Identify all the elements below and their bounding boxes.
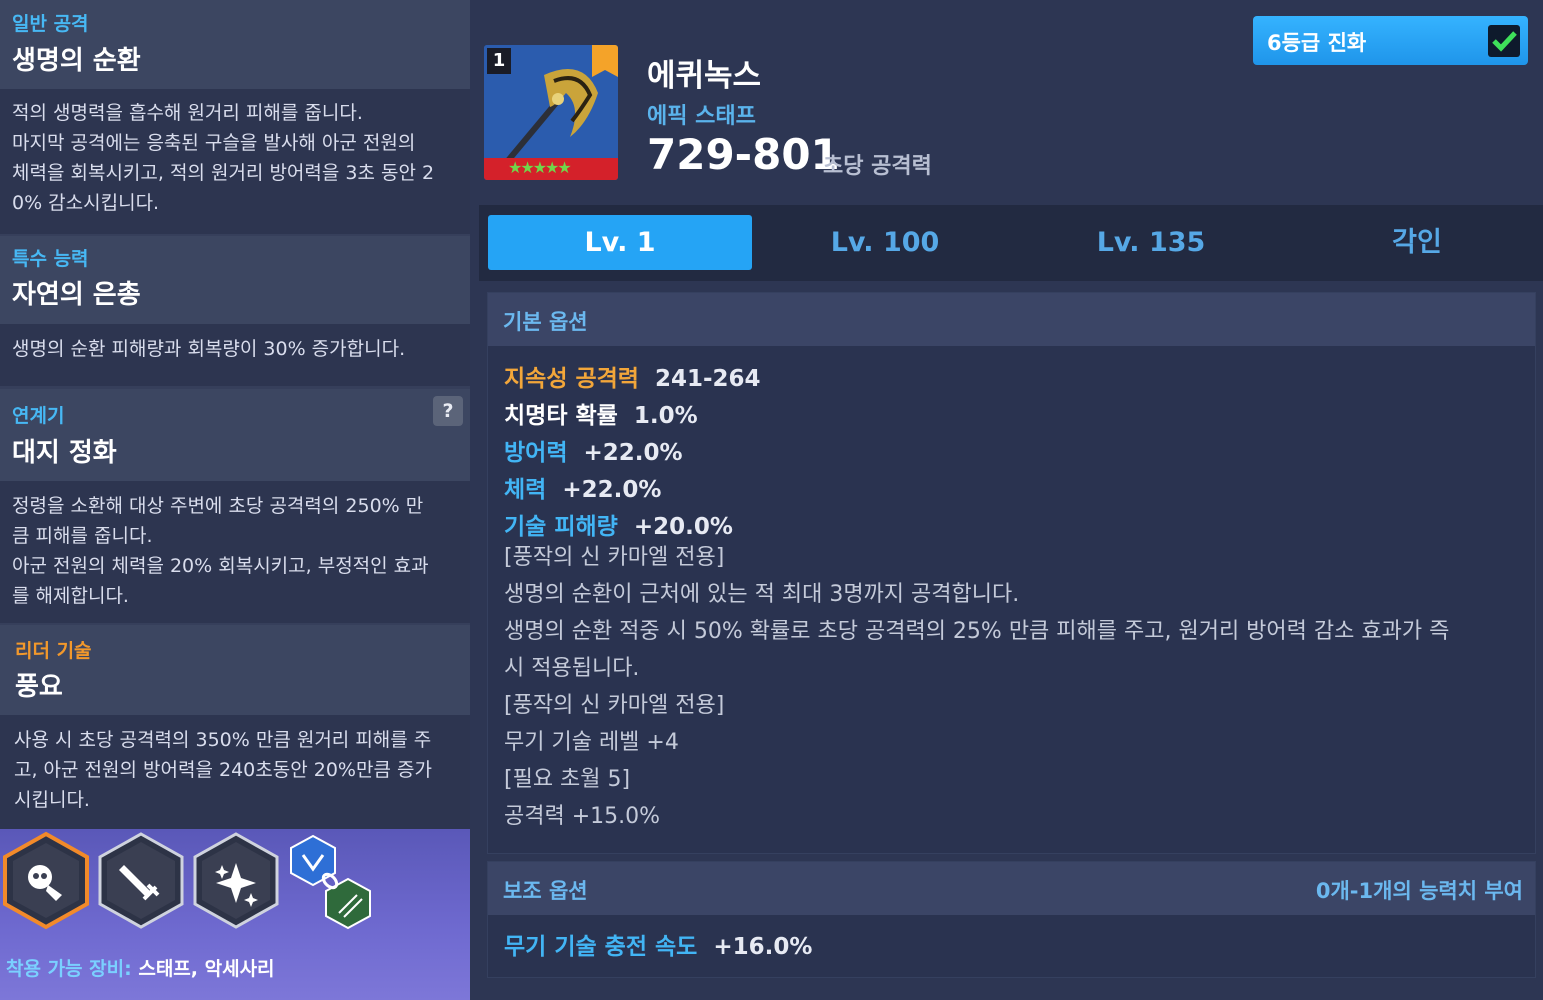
attack-range-label: 초당 공격력 — [823, 154, 932, 179]
tab-lv-1[interactable]: Lv. 1 — [488, 215, 752, 270]
chain-link-icon[interactable] — [290, 834, 371, 930]
equippable-gear-label: 착용 가능 장비: — [6, 958, 132, 980]
evolution-label: 6등급 진화 — [1267, 31, 1367, 55]
option-key: 지속성 공격력 — [504, 366, 639, 392]
leader-skill-type: 리더 기술 — [15, 640, 92, 662]
chain-skill-name: 대지 정화 — [12, 438, 117, 468]
evolution-toggle-button[interactable]: 6등급 진화 — [1253, 16, 1528, 65]
weapon-type: 에픽 스태프 — [647, 104, 756, 129]
option-value: 1.0% — [633, 403, 698, 429]
skill-icons-strip: 착용 가능 장비: 스태프, 악세사리 — [0, 829, 470, 1000]
normal-attack-body: 적의 생명력을 흡수해 원거리 피해를 줍니다. 마지막 공격에는 응축된 구슬… — [0, 89, 470, 234]
leader-skill-header: 리더 기술 풍요 — [0, 625, 470, 715]
skill-info-panel: 일반 공격 생명의 순환 적의 생명력을 흡수해 원거리 피해를 줍니다. 마지… — [0, 0, 470, 1000]
special-ability-name: 자연의 은총 — [12, 280, 141, 310]
basic-options-title: 기본 옵션 — [503, 310, 588, 334]
equippable-gear-value: 스태프, 악세사리 — [138, 958, 275, 980]
equippable-gear-text: 착용 가능 장비: 스태프, 악세사리 — [6, 954, 275, 981]
leader-skill-name: 풍요 — [15, 672, 63, 702]
leader-skill-desc: 사용 시 초당 공격력의 350% 만큼 원거리 피해를 주 고, 아군 전원의… — [14, 729, 432, 811]
sub-option-key: 무기 기술 충전 속도 — [504, 934, 698, 960]
special-ability-body: 생명의 순환 피해량과 회복량이 30% 증가합니다. — [0, 324, 470, 386]
option-key: 치명타 확률 — [504, 403, 618, 429]
option-key: 체력 — [504, 477, 547, 503]
option-key: 기술 피해량 — [504, 514, 618, 540]
leader-skill-body: 사용 시 초당 공격력의 350% 만큼 원거리 피해를 주 고, 아군 전원의… — [0, 715, 470, 829]
tab-lv-135[interactable]: Lv. 135 — [1019, 215, 1283, 270]
option-row: 치명타 확률 1.0% — [504, 396, 698, 430]
option-row: 지속성 공격력 241-264 — [504, 359, 761, 393]
help-button[interactable]: ? — [433, 396, 463, 426]
attack-range: 729-801 — [647, 130, 840, 179]
sub-options-title: 보조 옵션 — [503, 879, 588, 903]
special-ability-type: 특수 능력 — [12, 248, 89, 270]
checkbox[interactable] — [1488, 25, 1520, 57]
option-row: 기술 피해량 +20.0% — [504, 507, 733, 541]
option-row: 방어력 +22.0% — [504, 433, 683, 467]
special-ability-header: 특수 능력 자연의 은총 — [0, 236, 470, 324]
option-value: +22.0% — [562, 477, 662, 503]
level-tabs: Lv. 1 Lv. 100 Lv. 135 각인 — [479, 205, 1543, 281]
sub-option-value: +16.0% — [713, 934, 813, 960]
option-value: +20.0% — [633, 514, 733, 540]
skull-shield-icon[interactable] — [3, 831, 89, 930]
tab-lv-100[interactable]: Lv. 100 — [753, 215, 1017, 270]
sub-options-panel: 보조 옵션 0개-1개의 능력치 부여 무기 기술 충전 속도 +16.0% — [487, 861, 1536, 978]
sparkle-icon[interactable] — [193, 832, 279, 929]
option-value: +22.0% — [583, 440, 683, 466]
weapon-portrait: 1 ★★★★★ — [484, 45, 618, 180]
check-icon — [1492, 31, 1517, 52]
option-notes: [풍작의 신 카마엘 전용] 생명의 순환이 근처에 있는 적 최대 3명까지 … — [504, 545, 1450, 829]
option-row: 체력 +22.0% — [504, 470, 661, 504]
sub-option-row: 무기 기술 충전 속도 +16.0% — [504, 927, 812, 961]
chain-skill-type: 연계기 — [12, 405, 65, 427]
tab-engraving[interactable]: 각인 — [1285, 215, 1543, 270]
normal-attack-desc: 적의 생명력을 흡수해 원거리 피해를 줍니다. 마지막 공격에는 응축된 구슬… — [12, 102, 435, 214]
normal-attack-type: 일반 공격 — [12, 13, 89, 35]
sub-options-range: 0개-1개의 능력치 부여 — [1315, 879, 1523, 903]
normal-attack-header: 일반 공격 생명의 순환 — [0, 0, 470, 89]
weapon-rank-badge: 1 — [487, 48, 511, 74]
chain-skill-desc: 정령을 소환해 대상 주변에 초당 공격력의 250% 만 큼 피해를 줍니다.… — [12, 495, 429, 607]
option-key: 방어력 — [504, 440, 568, 466]
option-value: 241-264 — [654, 366, 761, 392]
basic-options-header: 기본 옵션 — [488, 293, 1535, 346]
sub-options-header: 보조 옵션 0개-1개의 능력치 부여 — [488, 862, 1535, 915]
special-ability-desc: 생명의 순환 피해량과 회복량이 30% 증가합니다. — [12, 338, 406, 360]
chain-skill-body: 정령을 소환해 대상 주변에 초당 공격력의 250% 만 큼 피해를 줍니다.… — [0, 481, 470, 623]
star-rating: ★★★★★ — [508, 158, 572, 177]
normal-attack-name: 생명의 순환 — [12, 46, 141, 76]
weapon-name: 에퀴녹스 — [647, 58, 762, 94]
sword-icon[interactable] — [98, 832, 184, 929]
basic-options-panel: 기본 옵션 지속성 공격력 241-264 치명타 확률 1.0% 방어력 +2… — [487, 292, 1536, 854]
chain-skill-header: 연계기 ? 대지 정화 — [0, 389, 470, 481]
